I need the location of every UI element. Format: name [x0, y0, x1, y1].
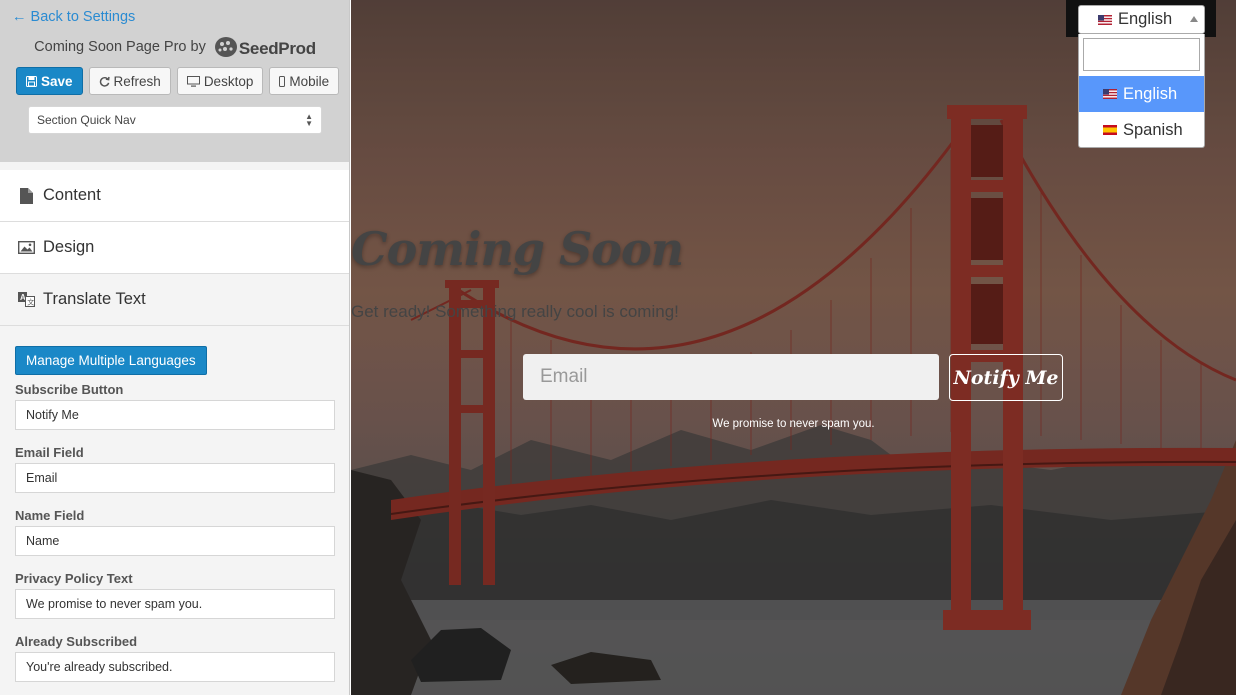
brand: Coming Soon Page Pro by SeedProd	[0, 36, 349, 59]
privacy-policy-label: Privacy Policy Text	[15, 571, 133, 586]
coming-soon-subtitle: Get ready! Something really cool is comi…	[351, 302, 679, 321]
language-option-label: English	[1123, 84, 1178, 103]
notify-me-button[interactable]: Notify Me	[949, 354, 1063, 401]
section-list: Content Design A文 Translate Text	[0, 170, 349, 326]
already-subscribed-input[interactable]: You're already subscribed.	[15, 652, 335, 682]
translate-icon: A文	[16, 292, 36, 307]
save-label: Save	[41, 73, 73, 89]
manage-multiple-languages-button[interactable]: Manage Multiple Languages	[15, 346, 207, 375]
language-option-label: Spanish	[1123, 120, 1183, 139]
section-translate-text[interactable]: A文 Translate Text	[0, 274, 349, 326]
mobile-icon	[279, 75, 286, 87]
mobile-button[interactable]: Mobile	[269, 67, 340, 95]
section-content-label: Content	[43, 186, 101, 204]
translate-panel: Manage Multiple Languages Subscribe Butt…	[0, 326, 349, 682]
page-preview: Coming Soon Get ready! Something really …	[351, 0, 1236, 695]
language-option-english[interactable]: English	[1079, 76, 1204, 112]
sidebar-header: ← Back to Settings Coming Soon Page Pro …	[0, 0, 349, 162]
privacy-policy-input[interactable]: We promise to never spam you.	[15, 589, 335, 619]
brand-text: Coming Soon Page Pro by	[34, 39, 206, 55]
language-search-input[interactable]	[1083, 38, 1200, 71]
back-to-settings-link[interactable]: ← Back to Settings	[12, 9, 135, 25]
save-icon	[26, 75, 37, 87]
section-quick-nav-select[interactable]: Section Quick Nav ▲ ▼	[28, 106, 322, 134]
seedprod-logo-text: SeedProd	[238, 39, 316, 58]
coming-soon-title: Coming Soon	[351, 222, 684, 276]
mobile-label: Mobile	[289, 73, 330, 89]
email-field-label: Email Field	[15, 445, 84, 460]
us-flag-icon	[1103, 89, 1117, 99]
name-field-input[interactable]: Name	[15, 526, 335, 556]
desktop-icon	[186, 75, 200, 87]
seedprod-logo: SeedProd	[214, 36, 316, 59]
spain-flag-icon	[1103, 125, 1117, 135]
quick-nav-value: Section Quick Nav	[37, 113, 136, 127]
name-field-label: Name Field	[15, 508, 85, 523]
subscribe-button-label: Subscribe Button	[15, 382, 124, 397]
email-input[interactable]: Email	[523, 354, 939, 400]
language-option-spanish[interactable]: Spanish	[1079, 112, 1204, 148]
language-select-value: English	[1118, 10, 1173, 28]
image-icon	[16, 241, 36, 254]
select-arrows-icon: ▲ ▼	[305, 112, 313, 128]
desktop-label: Desktop	[203, 73, 254, 89]
section-design[interactable]: Design	[0, 222, 349, 274]
desktop-button[interactable]: Desktop	[176, 67, 264, 95]
file-icon	[16, 187, 36, 204]
subscribe-button-input[interactable]: Notify Me	[15, 400, 335, 430]
toolbar: Save Refresh Desktop Mobile	[16, 67, 340, 95]
refresh-icon	[99, 76, 110, 87]
section-translate-label: Translate Text	[43, 290, 146, 308]
svg-text:文: 文	[27, 298, 34, 307]
refresh-label: Refresh	[113, 73, 161, 89]
language-dropdown-menu: English Spanish	[1078, 34, 1205, 148]
section-design-label: Design	[43, 238, 95, 256]
seedprod-logo-icon	[214, 37, 237, 57]
caret-up-icon	[1190, 16, 1198, 22]
customizer-sidebar: ← Back to Settings Coming Soon Page Pro …	[0, 0, 350, 695]
save-button[interactable]: Save	[16, 67, 83, 95]
email-field-input[interactable]: Email	[15, 463, 335, 493]
us-flag-icon	[1098, 14, 1112, 25]
language-select[interactable]: English	[1078, 5, 1205, 34]
privacy-text: We promise to never spam you.	[712, 418, 875, 430]
already-subscribed-label: Already Subscribed	[15, 634, 138, 649]
section-content[interactable]: Content	[0, 170, 349, 222]
refresh-button[interactable]: Refresh	[88, 67, 171, 95]
